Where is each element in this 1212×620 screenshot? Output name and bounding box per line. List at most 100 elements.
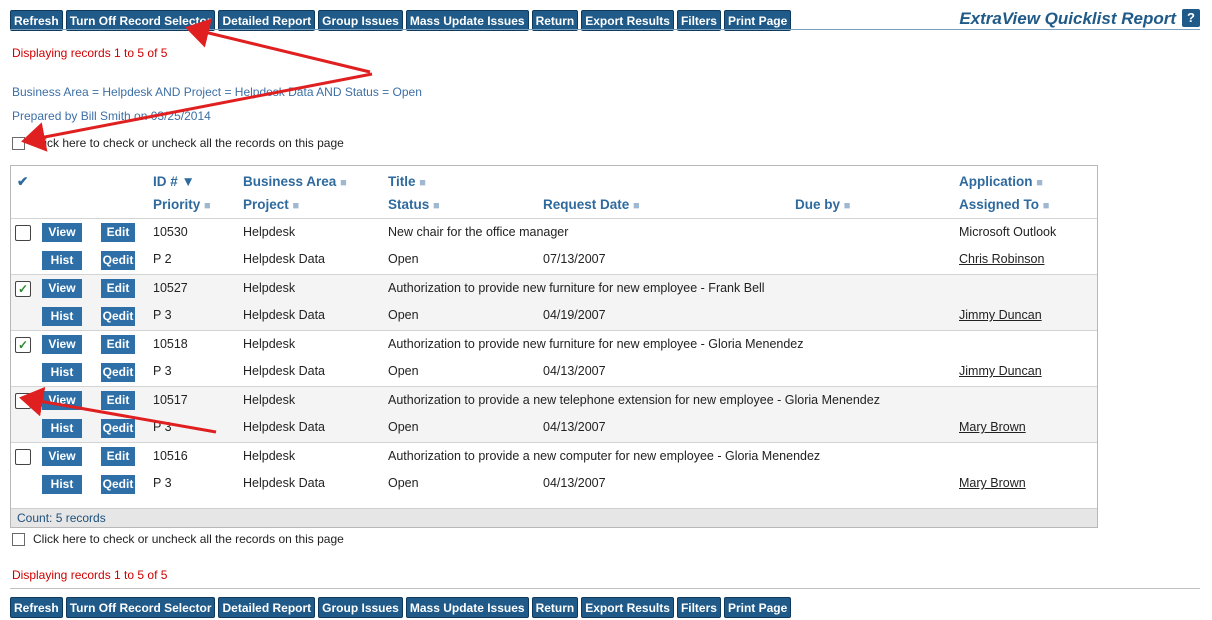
- status-cell: Open: [388, 308, 419, 322]
- sort-marker-icon: ■: [633, 200, 640, 212]
- displaying-records-top: Displaying records 1 to 5 of 5: [12, 46, 168, 60]
- edit-button[interactable]: Edit: [101, 391, 135, 410]
- edit-button[interactable]: Edit: [101, 335, 135, 354]
- export-results-button[interactable]: Export Results: [581, 10, 674, 31]
- header-application[interactable]: Application ■: [959, 174, 1043, 189]
- project-cell: Helpdesk Data: [243, 476, 325, 490]
- header-id[interactable]: ID # ▼: [153, 174, 195, 189]
- filter-description: Business Area = Helpdesk AND Project = H…: [12, 85, 422, 99]
- qedit-button[interactable]: Qedit: [101, 475, 135, 494]
- record-checkbox[interactable]: ✓: [15, 337, 31, 353]
- view-button[interactable]: View: [42, 223, 82, 242]
- detailed-report-button[interactable]: Detailed Report: [218, 597, 316, 618]
- view-button[interactable]: View: [42, 391, 82, 410]
- refresh-button[interactable]: Refresh: [10, 10, 63, 31]
- header-title[interactable]: Title ■: [388, 174, 426, 189]
- priority-cell: P 2: [153, 252, 172, 266]
- header-divider: [10, 29, 1200, 30]
- displaying-records-bottom: Displaying records 1 to 5 of 5: [12, 568, 168, 582]
- print-page-button[interactable]: Print Page: [723, 597, 792, 618]
- id-cell: 10517: [153, 393, 188, 407]
- header-assigned-to[interactable]: Assigned To ■: [959, 197, 1049, 212]
- turn-off-record-selector-button[interactable]: Turn Off Record Selector: [65, 597, 216, 618]
- header-request-date[interactable]: Request Date ■: [543, 197, 640, 212]
- hist-button[interactable]: Hist: [42, 475, 82, 494]
- assigned-to-link[interactable]: Mary Brown: [959, 476, 1026, 490]
- priority-cell: P 3: [153, 308, 172, 322]
- id-cell: 10530: [153, 225, 188, 239]
- record-checkbox[interactable]: [15, 393, 31, 409]
- mass-update-issues-button[interactable]: Mass Update Issues: [405, 597, 529, 618]
- request-date-cell: 04/13/2007: [543, 364, 606, 378]
- header-request-date-label: Request Date: [543, 197, 630, 212]
- header-priority[interactable]: Priority ■: [153, 197, 211, 212]
- hist-button[interactable]: Hist: [42, 419, 82, 438]
- title-cell: New chair for the office manager: [388, 225, 569, 239]
- header-project[interactable]: Project ■: [243, 197, 299, 212]
- application-cell: Microsoft Outlook: [959, 225, 1057, 239]
- refresh-button[interactable]: Refresh: [10, 597, 63, 618]
- record-checkbox[interactable]: ✓: [15, 281, 31, 297]
- group-issues-button[interactable]: Group Issues: [318, 10, 403, 31]
- business-area-cell: Helpdesk: [243, 337, 296, 351]
- project-cell: Helpdesk Data: [243, 252, 325, 266]
- request-date-cell: 07/13/2007: [543, 252, 606, 266]
- return-button[interactable]: Return: [531, 10, 579, 31]
- group-issues-button[interactable]: Group Issues: [318, 597, 403, 618]
- print-page-button[interactable]: Print Page: [723, 10, 792, 31]
- view-button[interactable]: View: [42, 335, 82, 354]
- hist-button[interactable]: Hist: [42, 307, 82, 326]
- business-area-cell: Helpdesk: [243, 281, 296, 295]
- filters-button[interactable]: Filters: [676, 597, 721, 618]
- view-button[interactable]: View: [42, 447, 82, 466]
- header-due-by[interactable]: Due by ■: [795, 197, 850, 212]
- header-status[interactable]: Status ■: [388, 197, 440, 212]
- table-row: View Edit Hist Qedit 10530 P 2 Helpdesk …: [11, 218, 1097, 275]
- sort-marker-icon: ■: [433, 200, 440, 212]
- assigned-to-link[interactable]: Jimmy Duncan: [959, 308, 1042, 322]
- mass-update-issues-button[interactable]: Mass Update Issues: [405, 10, 529, 31]
- record-checkbox[interactable]: [15, 225, 31, 241]
- filters-button[interactable]: Filters: [676, 10, 721, 31]
- edit-button[interactable]: Edit: [101, 223, 135, 242]
- detailed-report-button[interactable]: Detailed Report: [218, 10, 316, 31]
- sort-marker-icon: ■: [204, 200, 211, 212]
- qedit-button[interactable]: Qedit: [101, 307, 135, 326]
- check-column-icon[interactable]: ✔: [17, 174, 28, 190]
- hist-button[interactable]: Hist: [42, 363, 82, 382]
- qedit-button[interactable]: Qedit: [101, 363, 135, 382]
- footer-divider: [10, 588, 1200, 589]
- edit-button[interactable]: Edit: [101, 279, 135, 298]
- record-checkbox[interactable]: [15, 449, 31, 465]
- qedit-button[interactable]: Qedit: [101, 419, 135, 438]
- priority-cell: P 3: [153, 476, 172, 490]
- view-button[interactable]: View: [42, 279, 82, 298]
- export-results-button[interactable]: Export Results: [581, 597, 674, 618]
- header-application-label: Application: [959, 174, 1033, 189]
- check-all-top[interactable]: Click here to check or uncheck all the r…: [12, 136, 344, 150]
- sort-marker-icon: ■: [419, 177, 426, 189]
- header-business-area[interactable]: Business Area ■: [243, 174, 347, 189]
- header-id-label: ID #: [153, 174, 178, 189]
- header-due-by-label: Due by: [795, 197, 841, 212]
- assigned-to-link[interactable]: Chris Robinson: [959, 252, 1044, 266]
- request-date-cell: 04/13/2007: [543, 420, 606, 434]
- header-project-label: Project: [243, 197, 289, 212]
- turn-off-record-selector-button[interactable]: Turn Off Record Selector: [65, 10, 216, 31]
- check-all-bottom[interactable]: Click here to check or uncheck all the r…: [12, 532, 344, 546]
- check-all-checkbox[interactable]: [12, 136, 25, 150]
- assigned-to-link[interactable]: Mary Brown: [959, 420, 1026, 434]
- assigned-to-link[interactable]: Jimmy Duncan: [959, 364, 1042, 378]
- edit-button[interactable]: Edit: [101, 447, 135, 466]
- table-row: View Edit Hist Qedit 10516 P 3 Helpdesk …: [11, 442, 1097, 499]
- return-button[interactable]: Return: [531, 597, 579, 618]
- hist-button[interactable]: Hist: [42, 251, 82, 270]
- check-all-checkbox[interactable]: [12, 532, 25, 546]
- qedit-button[interactable]: Qedit: [101, 251, 135, 270]
- grid-header: ✔ ID # ▼ Priority ■ Business Area ■ Proj…: [11, 166, 1097, 218]
- sort-marker-icon: ■: [340, 177, 347, 189]
- help-button[interactable]: ?: [1182, 9, 1200, 27]
- top-toolbar: Refresh Turn Off Record Selector Detaile…: [10, 10, 792, 31]
- sort-marker-icon: ■: [843, 200, 851, 212]
- title-cell: Authorization to provide new furniture f…: [388, 281, 765, 295]
